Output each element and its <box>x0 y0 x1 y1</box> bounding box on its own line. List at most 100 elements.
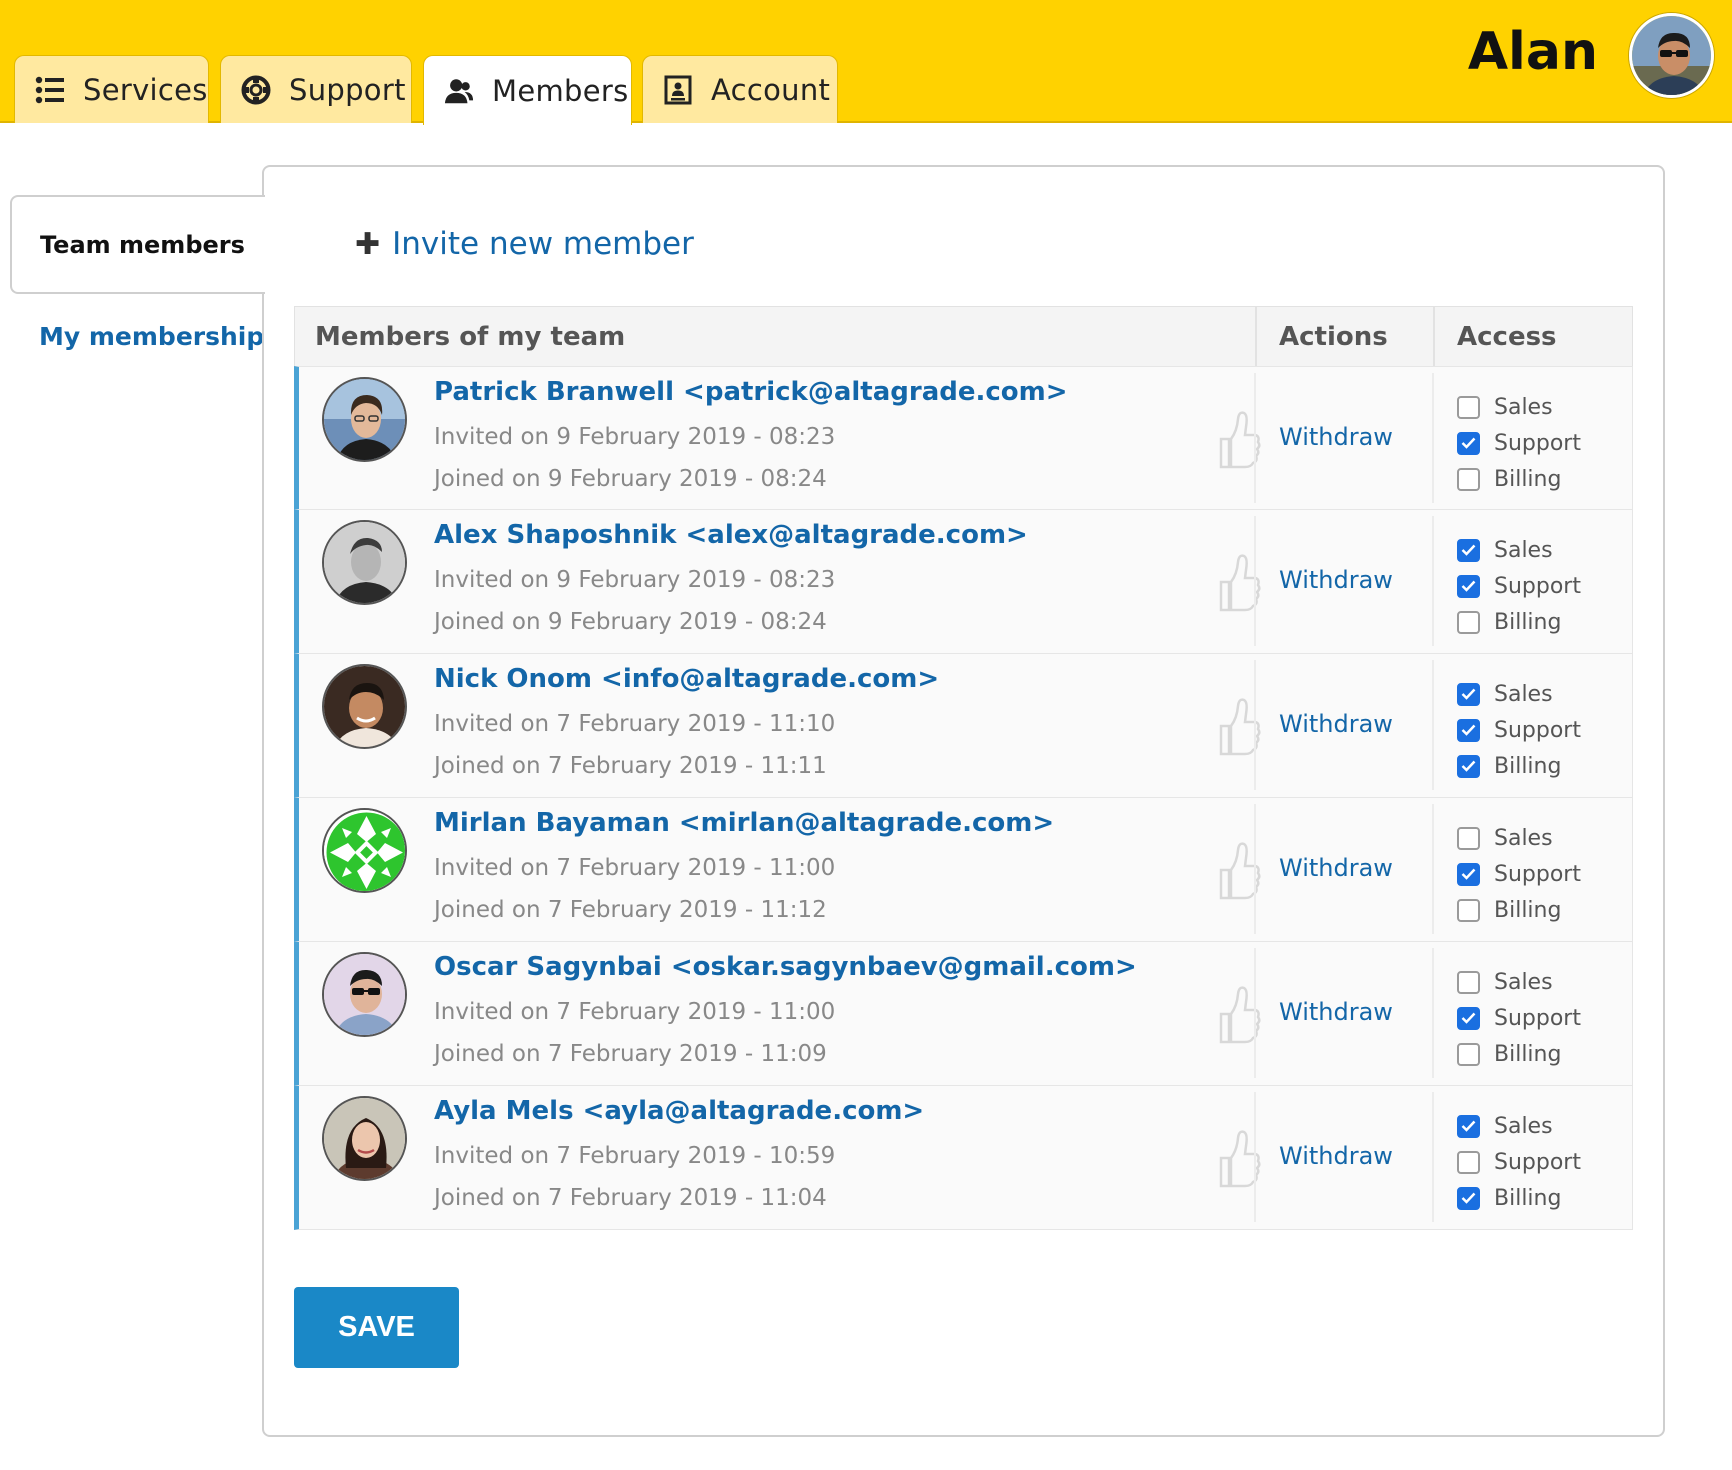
member-name[interactable]: Mirlan Bayaman <mirlan@altagrade.com> <box>434 808 1054 838</box>
tab-members[interactable]: Members <box>423 55 632 125</box>
access-checkboxes: Sales Support Billing <box>1457 820 1581 928</box>
checkbox-checked-icon[interactable] <box>1457 754 1480 778</box>
column-divider <box>1432 516 1434 646</box>
checkbox-unchecked-icon[interactable] <box>1457 1042 1480 1066</box>
checkbox-unchecked-icon[interactable] <box>1457 898 1480 922</box>
member-joined-date: Joined on 9 February 2019 - 08:24 <box>434 466 827 492</box>
members-table: Members of my team Actions Access Patric… <box>294 306 1633 1230</box>
access-checkboxes: Sales Support Billing <box>1457 964 1581 1072</box>
column-divider <box>1254 660 1256 790</box>
member-joined-date: Joined on 7 February 2019 - 11:09 <box>434 1041 827 1067</box>
table-row: Patrick Branwell <patrick@altagrade.com>… <box>294 366 1633 510</box>
sidebar-item-label: Team members <box>40 230 245 259</box>
member-invited-date: Invited on 9 February 2019 - 08:23 <box>434 567 836 593</box>
access-support-checkbox[interactable]: Support <box>1457 1144 1581 1180</box>
checkbox-label: Billing <box>1494 609 1562 635</box>
table-row: Mirlan Bayaman <mirlan@altagrade.com> Inv… <box>294 798 1633 942</box>
tab-account[interactable]: Account <box>642 55 838 123</box>
save-button[interactable]: SAVE <box>294 1287 459 1368</box>
checkbox-label: Support <box>1494 861 1581 887</box>
withdraw-link[interactable]: Withdraw <box>1279 423 1393 451</box>
access-support-checkbox[interactable]: Support <box>1457 712 1581 748</box>
withdraw-link[interactable]: Withdraw <box>1279 566 1393 594</box>
member-invited-date: Invited on 7 February 2019 - 11:00 <box>434 855 836 881</box>
member-invited-date: Invited on 7 February 2019 - 11:00 <box>434 999 836 1025</box>
checkbox-label: Sales <box>1494 394 1553 420</box>
access-sales-checkbox[interactable]: Sales <box>1457 1108 1581 1144</box>
checkbox-checked-icon[interactable] <box>1457 862 1480 886</box>
access-support-checkbox[interactable]: Support <box>1457 425 1581 461</box>
access-billing-checkbox[interactable]: Billing <box>1457 748 1581 784</box>
checkbox-checked-icon[interactable] <box>1457 1006 1480 1030</box>
invite-new-member-link[interactable]: ✚ Invite new member <box>355 226 694 262</box>
checkbox-label: Billing <box>1494 1185 1562 1211</box>
access-billing-checkbox[interactable]: Billing <box>1457 461 1581 497</box>
checkbox-unchecked-icon[interactable] <box>1457 467 1480 491</box>
member-avatar <box>322 1096 407 1181</box>
checkbox-unchecked-icon[interactable] <box>1457 1150 1480 1174</box>
checkbox-label: Sales <box>1494 537 1553 563</box>
sidebar-item-team-members[interactable]: Team members <box>10 195 265 294</box>
member-joined-date: Joined on 9 February 2019 - 08:24 <box>434 609 827 635</box>
user-avatar[interactable] <box>1629 13 1714 98</box>
checkbox-unchecked-icon[interactable] <box>1457 395 1480 419</box>
withdraw-link[interactable]: Withdraw <box>1279 710 1393 738</box>
checkbox-checked-icon[interactable] <box>1457 1114 1480 1138</box>
lifebuoy-icon <box>241 75 271 105</box>
access-sales-checkbox[interactable]: Sales <box>1457 676 1581 712</box>
checkbox-label: Support <box>1494 430 1581 456</box>
access-support-checkbox[interactable]: Support <box>1457 1000 1581 1036</box>
access-checkboxes: Sales Support Billing <box>1457 676 1581 784</box>
withdraw-link[interactable]: Withdraw <box>1279 1142 1393 1170</box>
checkbox-checked-icon[interactable] <box>1457 682 1480 706</box>
checkbox-checked-icon[interactable] <box>1457 574 1480 598</box>
checkbox-label: Billing <box>1494 753 1562 779</box>
access-support-checkbox[interactable]: Support <box>1457 568 1581 604</box>
checkbox-checked-icon[interactable] <box>1457 538 1480 562</box>
table-row: Alex Shaposhnik <alex@altagrade.com> Invi… <box>294 510 1633 654</box>
checkbox-label: Support <box>1494 573 1581 599</box>
access-sales-checkbox[interactable]: Sales <box>1457 389 1581 425</box>
column-divider <box>1432 1092 1434 1222</box>
member-invited-date: Invited on 7 February 2019 - 10:59 <box>434 1143 836 1169</box>
checkbox-checked-icon[interactable] <box>1457 431 1480 455</box>
user-name[interactable]: Alan <box>1468 22 1598 82</box>
tab-services[interactable]: Services <box>14 55 209 123</box>
member-invited-date: Invited on 9 February 2019 - 08:23 <box>434 424 836 450</box>
access-support-checkbox[interactable]: Support <box>1457 856 1581 892</box>
member-name[interactable]: Alex Shaposhnik <alex@altagrade.com> <box>434 520 1028 550</box>
member-joined-date: Joined on 7 February 2019 - 11:11 <box>434 753 827 779</box>
access-sales-checkbox[interactable]: Sales <box>1457 964 1581 1000</box>
access-billing-checkbox[interactable]: Billing <box>1457 892 1581 928</box>
checkbox-checked-icon[interactable] <box>1457 718 1480 742</box>
header-members: Members of my team <box>315 322 626 352</box>
access-billing-checkbox[interactable]: Billing <box>1457 1036 1581 1072</box>
member-avatar <box>322 664 407 749</box>
member-name[interactable]: Ayla Mels <ayla@altagrade.com> <box>434 1096 924 1126</box>
access-checkboxes: Sales Support Billing <box>1457 532 1581 640</box>
member-joined-date: Joined on 7 February 2019 - 11:04 <box>434 1185 827 1211</box>
checkbox-unchecked-icon[interactable] <box>1457 610 1480 634</box>
sidebar-item-my-memberships[interactable]: My memberships <box>39 322 279 351</box>
access-sales-checkbox[interactable]: Sales <box>1457 532 1581 568</box>
checkbox-checked-icon[interactable] <box>1457 1186 1480 1210</box>
access-billing-checkbox[interactable]: Billing <box>1457 1180 1581 1216</box>
member-name[interactable]: Patrick Branwell <patrick@altagrade.com> <box>434 377 1068 407</box>
checkbox-label: Support <box>1494 717 1581 743</box>
checkbox-unchecked-icon[interactable] <box>1457 970 1480 994</box>
member-avatar <box>322 520 407 605</box>
withdraw-link[interactable]: Withdraw <box>1279 854 1393 882</box>
checkbox-unchecked-icon[interactable] <box>1457 826 1480 850</box>
member-name[interactable]: Oscar Sagynbai <oskar.sagynbaev@gmail.co… <box>434 952 1137 982</box>
access-sales-checkbox[interactable]: Sales <box>1457 820 1581 856</box>
access-billing-checkbox[interactable]: Billing <box>1457 604 1581 640</box>
withdraw-link[interactable]: Withdraw <box>1279 998 1393 1026</box>
tab-support[interactable]: Support <box>220 55 412 123</box>
checkbox-label: Support <box>1494 1005 1581 1031</box>
list-icon <box>35 75 65 105</box>
table-header: Members of my team Actions Access <box>294 306 1633 367</box>
column-divider <box>1432 373 1434 503</box>
access-checkboxes: Sales Support Billing <box>1457 1108 1581 1216</box>
member-name[interactable]: Nick Onom <info@altagrade.com> <box>434 664 939 694</box>
checkbox-label: Sales <box>1494 969 1553 995</box>
